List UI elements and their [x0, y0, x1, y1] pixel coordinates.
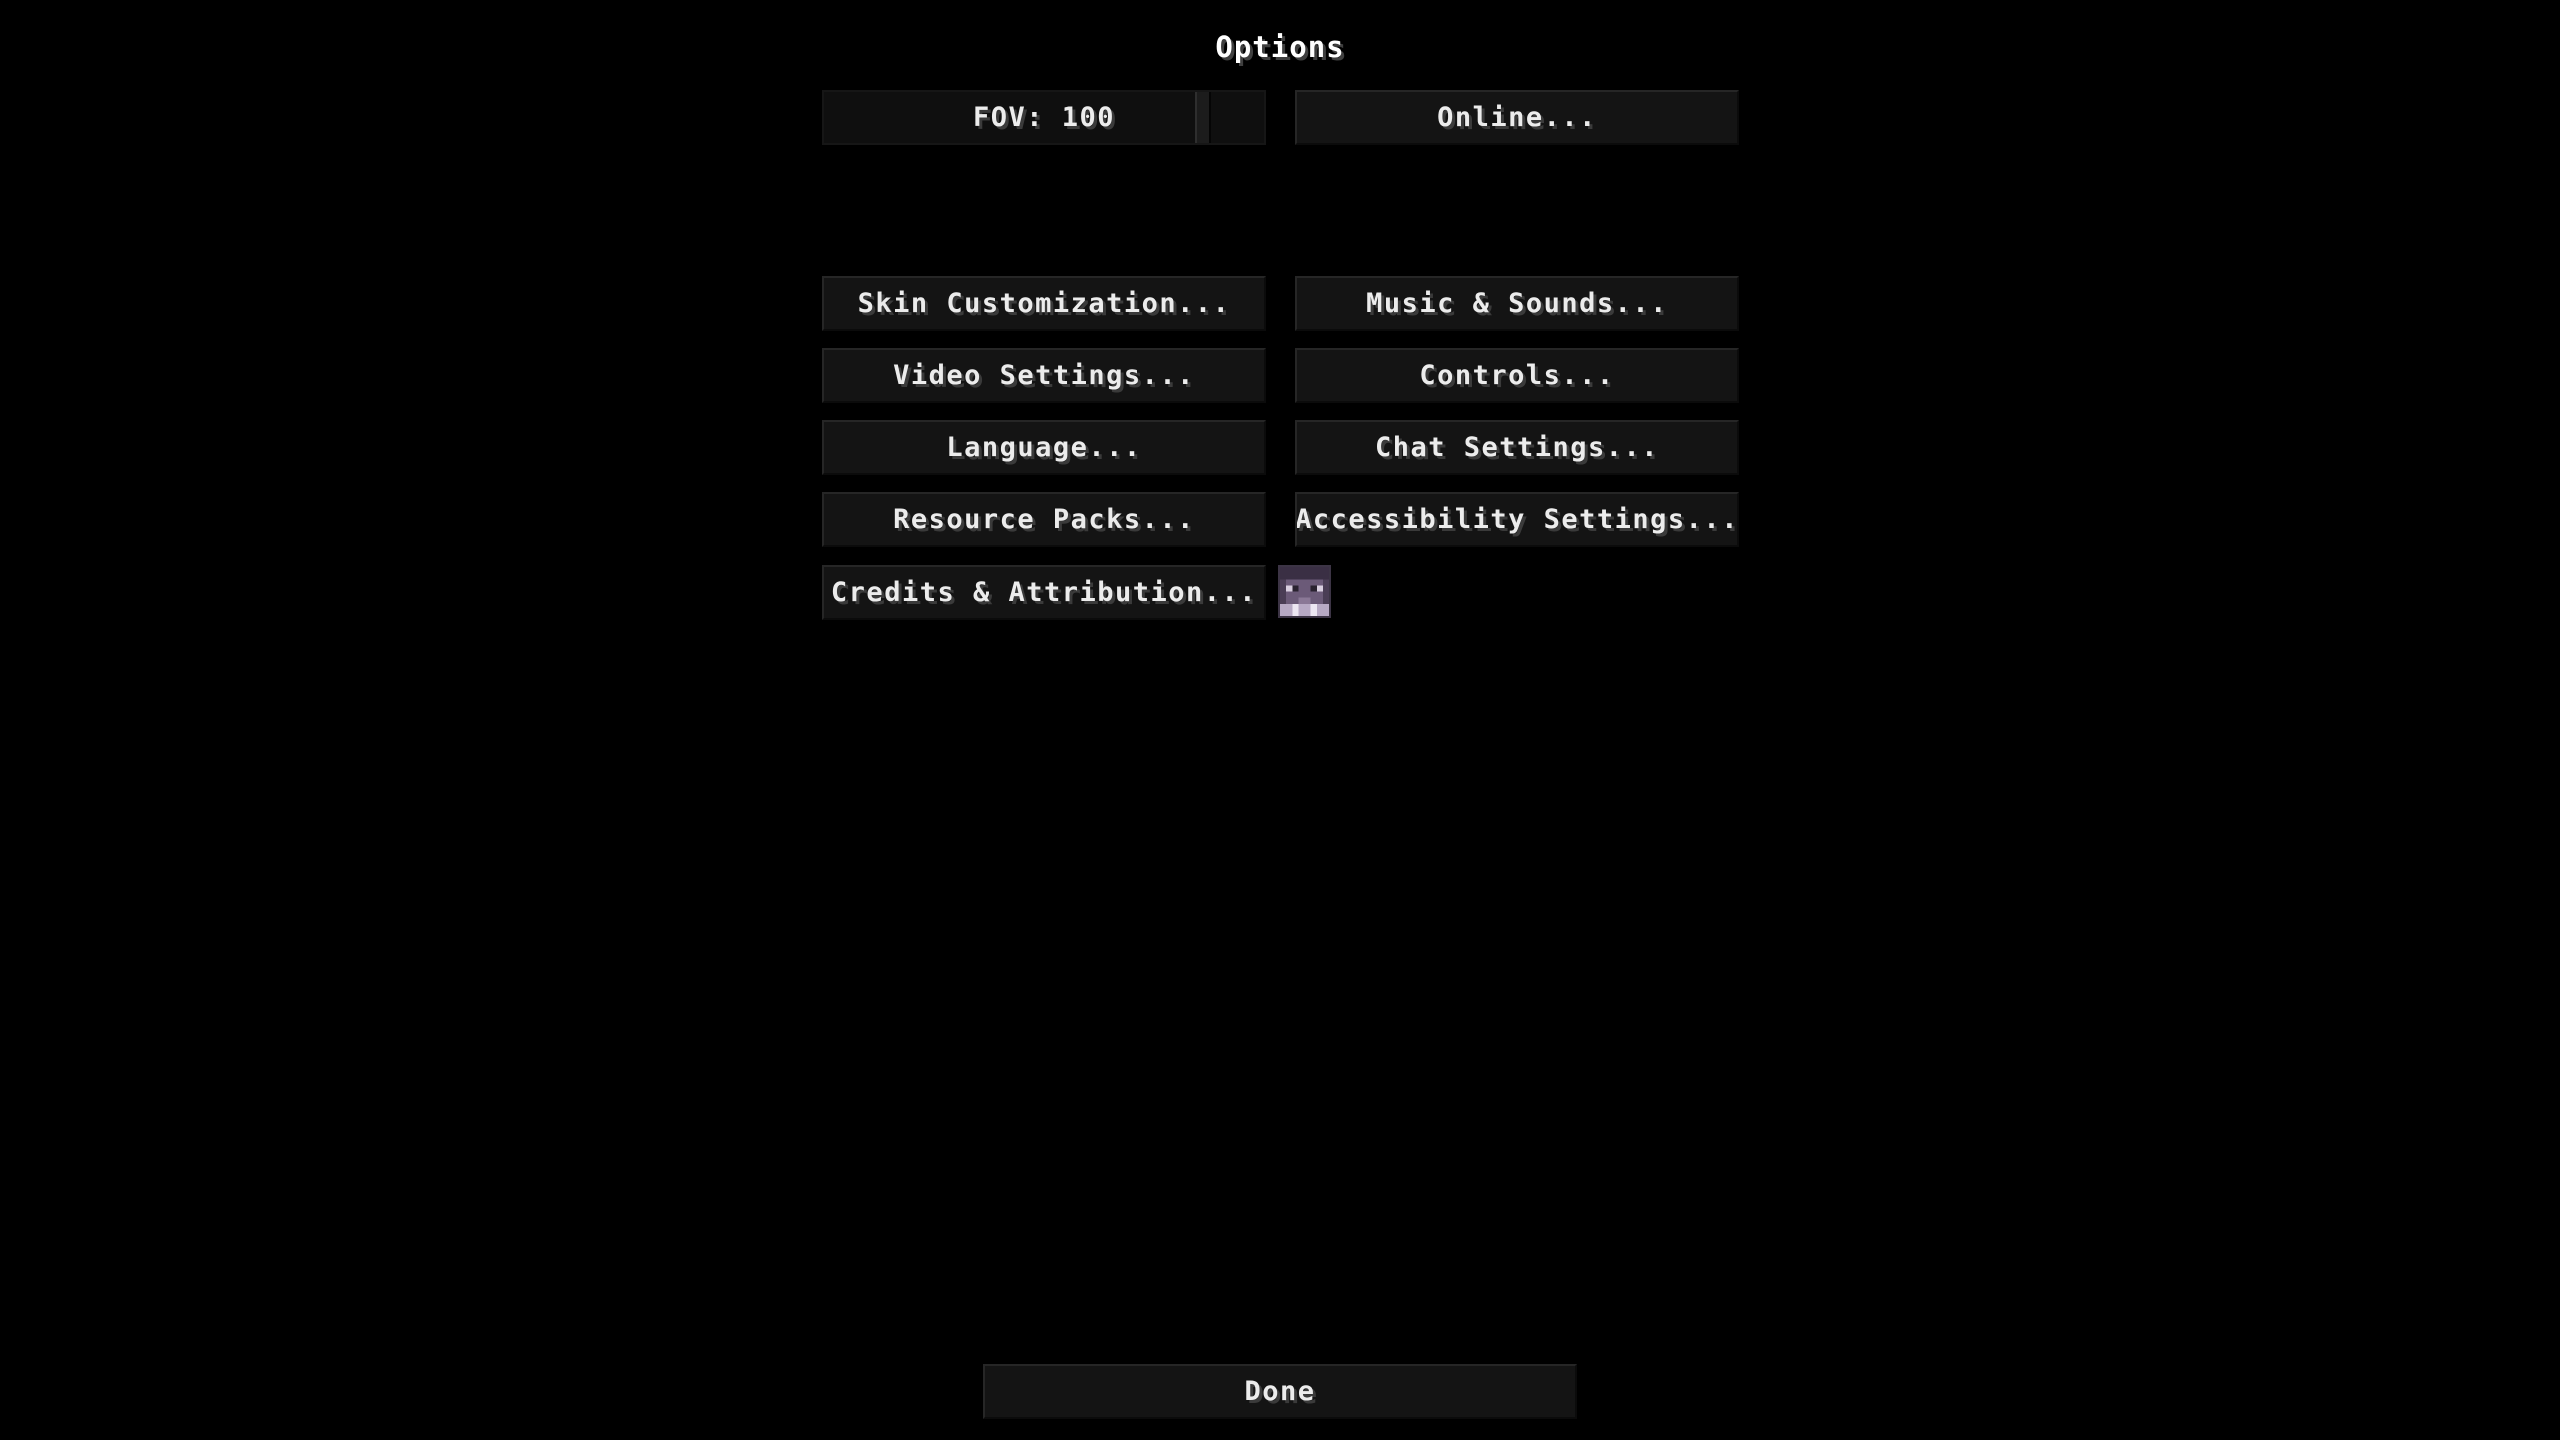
music-sounds-button[interactable]: Music & Sounds... — [1295, 276, 1739, 331]
player-head-icon-graphic — [1280, 567, 1329, 616]
done-button[interactable]: Done — [983, 1364, 1577, 1419]
player-head-icon[interactable] — [1278, 565, 1331, 618]
accessibility-settings-button[interactable]: Accessibility Settings... — [1295, 492, 1739, 547]
page-title: Options — [1215, 30, 1345, 64]
language-button[interactable]: Language... — [822, 420, 1266, 475]
controls-button[interactable]: Controls... — [1295, 348, 1739, 403]
fov-slider[interactable]: FOV: 100 — [822, 90, 1266, 145]
credits-attribution-button[interactable]: Credits & Attribution... — [822, 565, 1266, 620]
chat-settings-button[interactable]: Chat Settings... — [1295, 420, 1739, 475]
fov-slider-label: FOV: 100 — [972, 102, 1116, 133]
skin-customization-button[interactable]: Skin Customization... — [822, 276, 1266, 331]
online-button[interactable]: Online... — [1295, 90, 1739, 145]
video-settings-button[interactable]: Video Settings... — [822, 348, 1266, 403]
resource-packs-button[interactable]: Resource Packs... — [822, 492, 1266, 547]
